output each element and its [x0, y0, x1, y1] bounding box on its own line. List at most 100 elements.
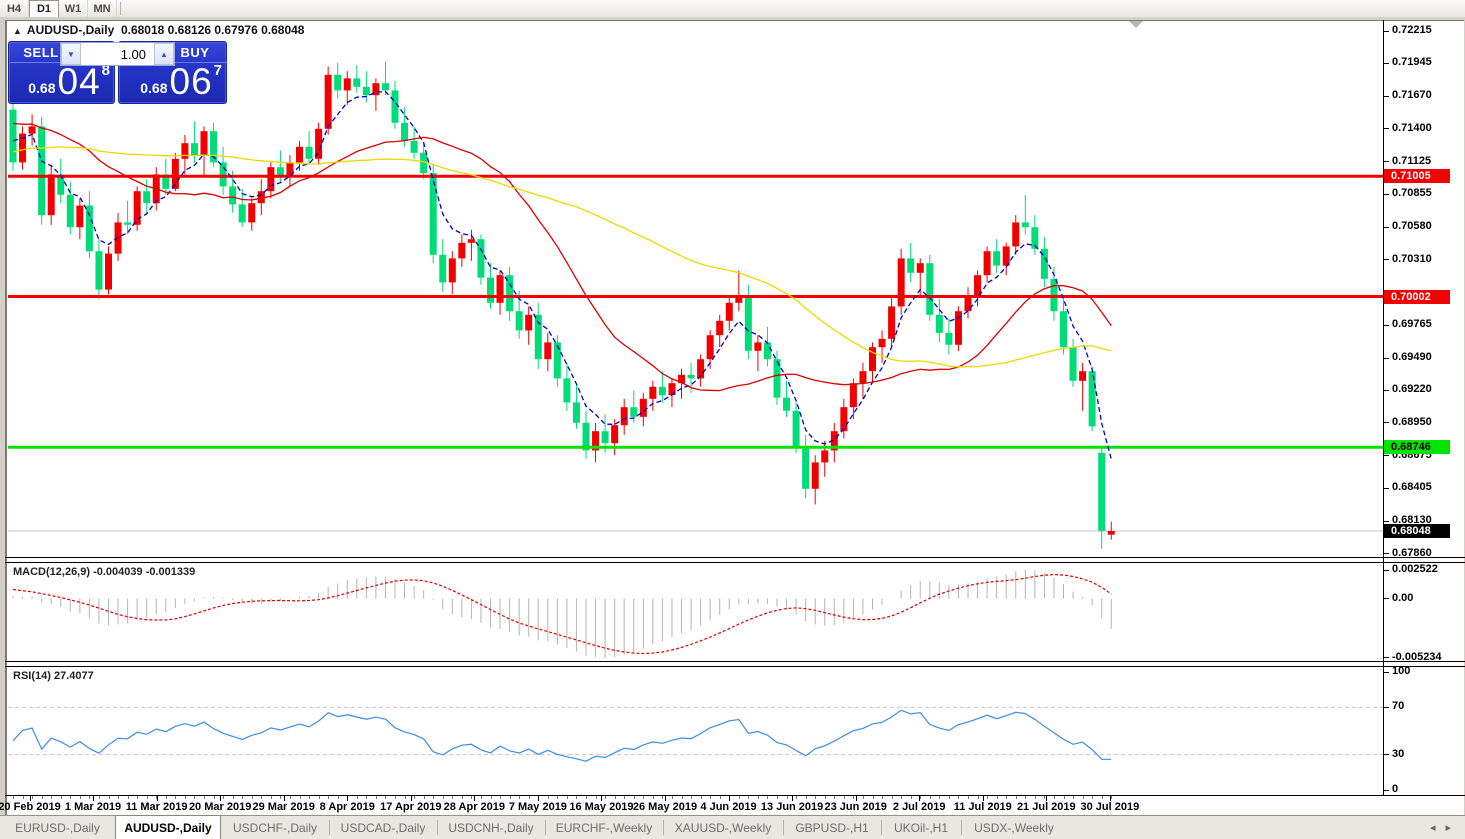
axis-tick [1384, 325, 1389, 326]
tab-usdcad-daily[interactable]: USDCAD-,Daily [329, 816, 437, 839]
bar-tick [223, 796, 224, 799]
bar-tick [930, 796, 931, 799]
macd-axis-label: 0.00 [1392, 592, 1413, 604]
price-level-badge: 0.71005 [1384, 169, 1450, 183]
bar-tick [42, 796, 43, 799]
tab-eurchf-weekly[interactable]: EURCHF-,Weekly [545, 816, 663, 839]
tab-usdcnh-daily[interactable]: USDCNH-,Daily [437, 816, 545, 839]
bar-tick [911, 796, 912, 799]
rsi-axis-label: 100 [1392, 665, 1410, 677]
tab-ukoil-h1[interactable]: UKOil-,H1 [881, 816, 961, 839]
bar-tick [328, 796, 329, 799]
bar-tick [233, 796, 234, 799]
bar-tick [720, 796, 721, 799]
bar-tick [214, 796, 215, 799]
volume-increase-icon[interactable]: ▲ [154, 43, 174, 65]
bar-tick [1044, 796, 1045, 799]
axis-tick [1384, 553, 1389, 554]
timeframe-button-w1[interactable]: W1 [59, 0, 88, 17]
macd-axis-label: 0.002522 [1392, 563, 1438, 575]
chart-title: ▲AUDUSD-,Daily 0.68018 0.68126 0.67976 0… [13, 23, 304, 37]
sell-price-prefix: 0.68 [28, 81, 55, 95]
axis-tick [1384, 790, 1389, 791]
price-axis-label: 0.69220 [1392, 383, 1432, 395]
tab-audusd-daily[interactable]: AUDUSD-,Daily [115, 815, 221, 839]
tab-scroll-left-icon[interactable]: ◂ [1430, 821, 1436, 834]
date-axis-label: 30 Jul 2019 [1070, 801, 1150, 813]
collapse-panel-icon[interactable]: ▲ [13, 26, 22, 36]
bar-tick [242, 796, 243, 799]
bar-tick [166, 796, 167, 799]
chart-plot-area[interactable] [7, 20, 1383, 795]
bar-tick [424, 796, 425, 799]
bar-tick [433, 796, 434, 799]
price-axis-label: 0.70855 [1392, 187, 1432, 199]
bar-tick [672, 796, 673, 799]
volume-input[interactable] [81, 43, 154, 65]
pane-divider[interactable] [5, 562, 1465, 563]
rsi-axis-label: 30 [1392, 748, 1404, 760]
bar-tick [109, 796, 110, 799]
bar-tick [99, 796, 100, 799]
bar-tick [1016, 796, 1017, 799]
price-axis-label: 0.71670 [1392, 89, 1432, 101]
timeframe-button-d1[interactable]: D1 [29, 0, 59, 17]
timeframe-button-h4[interactable]: H4 [0, 0, 29, 17]
bar-tick [185, 796, 186, 799]
rsi-name: RSI(14) [13, 670, 51, 682]
bar-tick [414, 796, 415, 799]
chart-tab-bar: EURUSD-,DailyAUDUSD-,DailyUSDCHF-,DailyU… [0, 815, 1465, 839]
tab-scroll-right-icon[interactable]: ▸ [1445, 821, 1451, 834]
bar-tick [596, 796, 597, 799]
tab-eurusd-daily[interactable]: EURUSD-,Daily [0, 816, 115, 839]
price-axis-label: 0.70310 [1392, 253, 1432, 265]
toolbar-separator [120, 2, 121, 15]
bar-tick [863, 796, 864, 799]
price-axis-label: 0.69490 [1392, 351, 1432, 363]
macd-main-value: -0.004039 [93, 566, 143, 578]
axis-tick [1384, 390, 1389, 391]
axis-tick [1384, 488, 1389, 489]
bar-tick [701, 796, 702, 799]
tab-usdx-weekly[interactable]: USDX-,Weekly [961, 816, 1067, 839]
rsi-axis-label: 0 [1392, 783, 1398, 795]
bar-tick [70, 796, 71, 799]
axis-tick [1384, 754, 1389, 755]
tab-gbpusd-h1[interactable]: GBPUSD-,H1 [783, 816, 881, 839]
bar-tick [1073, 796, 1074, 799]
bar-tick [529, 796, 530, 799]
axis-tick [1384, 96, 1389, 97]
rsi-indicator-label: RSI(14) 27.4077 [13, 670, 94, 682]
axis-tick [1384, 598, 1389, 599]
bar-tick [834, 796, 835, 799]
price-axis-label: 0.68950 [1392, 416, 1432, 428]
tab-usdchf-daily[interactable]: USDCHF-,Daily [221, 816, 329, 839]
bar-tick [777, 796, 778, 799]
tab-xauusd-weekly[interactable]: XAUUSD-,Weekly [663, 816, 783, 839]
price-axis-label: 0.71945 [1392, 56, 1432, 68]
chart-ohlc-values: 0.68018 0.68126 0.67976 0.68048 [121, 23, 305, 37]
bar-tick [997, 796, 998, 799]
pane-divider[interactable] [5, 661, 1465, 662]
bar-tick [32, 796, 33, 799]
price-level-badge: 0.70002 [1384, 290, 1450, 304]
bar-tick [1054, 796, 1055, 799]
bar-tick [873, 796, 874, 799]
bar-tick [1111, 796, 1112, 799]
timeframe-button-mn[interactable]: MN [88, 0, 117, 17]
buy-price: 0.68 06 7 [119, 61, 222, 100]
bar-tick [491, 796, 492, 799]
bar-tick [405, 796, 406, 799]
bar-tick [481, 796, 482, 799]
bar-tick [1083, 796, 1084, 799]
axis-tick [1384, 358, 1389, 359]
bar-tick [548, 796, 549, 799]
pane-divider[interactable] [5, 666, 1465, 667]
price-axis-label: 0.69765 [1392, 318, 1432, 330]
bar-tick [137, 796, 138, 799]
volume-decrease-icon[interactable]: ▼ [61, 43, 81, 65]
bar-tick [901, 796, 902, 799]
chart-shift-marker-icon[interactable] [1129, 21, 1143, 28]
bar-tick [949, 796, 950, 799]
pane-divider[interactable] [5, 557, 1465, 558]
